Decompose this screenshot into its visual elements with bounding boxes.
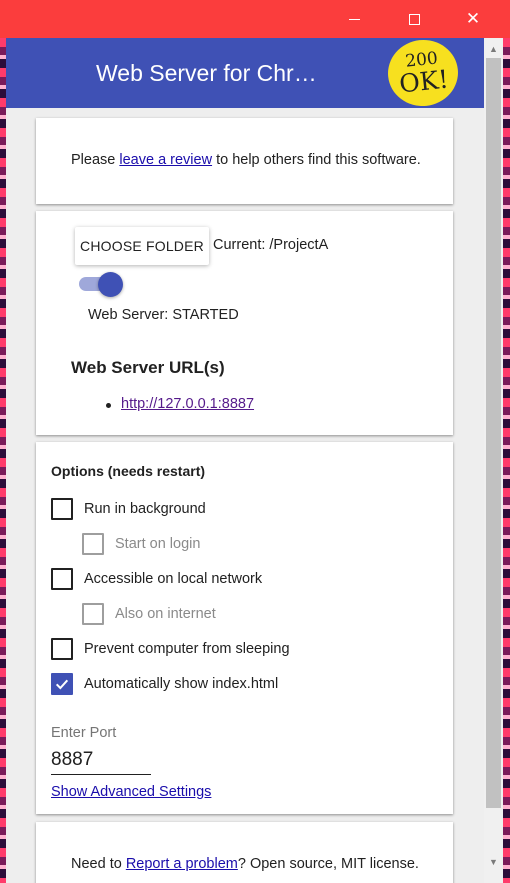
local-network-checkbox[interactable] — [51, 568, 73, 590]
option-label: Run in background — [84, 501, 206, 517]
report-problem-link[interactable]: Report a problem — [126, 856, 238, 872]
footer-suffix: ? Open source, MIT license. — [237, 856, 419, 872]
vertical-scrollbar[interactable]: ▲ ▼ — [484, 38, 503, 883]
options-heading: Options (needs restart) — [51, 463, 206, 479]
option-show-index-html[interactable]: Automatically show index.html — [51, 672, 278, 696]
close-button[interactable]: ✕ — [450, 0, 496, 38]
scroll-thumb[interactable] — [486, 58, 501, 808]
option-prevent-sleeping[interactable]: Prevent computer from sleeping — [51, 637, 290, 661]
200-ok-badge-logo: 200 OK! — [384, 38, 462, 110]
maximize-icon — [408, 13, 420, 25]
window-titlebar[interactable]: ✕ — [0, 0, 510, 38]
scroll-up-icon[interactable]: ▲ — [484, 40, 503, 57]
port-label: Enter Port — [51, 725, 117, 741]
show-index-checkbox[interactable] — [51, 673, 73, 695]
desktop-background-right — [503, 38, 510, 883]
show-advanced-settings-link[interactable]: Show Advanced Settings — [51, 784, 211, 800]
close-icon: ✕ — [465, 8, 481, 29]
option-start-on-login[interactable]: Start on login — [82, 532, 200, 556]
server-card: CHOOSE FOLDER Current: /ProjectA Web Ser… — [36, 211, 453, 435]
option-run-in-background[interactable]: Run in background — [51, 497, 206, 521]
review-suffix: to help others find this software. — [212, 152, 421, 168]
minimize-button[interactable] — [331, 0, 377, 38]
badge-line-2: OK! — [397, 63, 450, 98]
app-window: Web Server for Chr… 200 OK! Please leave… — [6, 38, 503, 883]
footer-prefix: Need to — [71, 856, 126, 872]
port-input[interactable] — [51, 745, 151, 775]
app-title: Web Server for Chr… — [96, 60, 317, 86]
checkmark-icon — [55, 679, 69, 690]
option-label: Prevent computer from sleeping — [84, 641, 290, 657]
minimize-icon — [348, 18, 360, 20]
maximize-button[interactable] — [391, 0, 437, 38]
url-bullet — [106, 403, 111, 408]
choose-folder-button[interactable]: CHOOSE FOLDER — [75, 227, 209, 265]
option-also-on-internet[interactable]: Also on internet — [82, 602, 216, 626]
option-label: Start on login — [115, 536, 201, 552]
review-prefix: Please — [71, 152, 120, 168]
review-message: Please leave a review to help others fin… — [71, 152, 421, 168]
start-on-login-checkbox[interactable] — [82, 533, 104, 555]
prevent-sleeping-checkbox[interactable] — [51, 638, 73, 660]
review-card: Please leave a review to help others fin… — [36, 118, 453, 204]
app-header: Web Server for Chr… 200 OK! — [6, 38, 484, 110]
option-label: Also on internet — [115, 606, 216, 622]
run-in-background-checkbox[interactable] — [51, 498, 73, 520]
footer-card: Need to Report a problem? Open source, M… — [36, 822, 453, 883]
footer-message: Need to Report a problem? Open source, M… — [71, 856, 419, 872]
option-label: Automatically show index.html — [84, 676, 279, 692]
leave-review-link[interactable]: leave a review — [119, 152, 212, 168]
also-on-internet-checkbox[interactable] — [82, 603, 104, 625]
server-url-link[interactable]: http://127.0.0.1:8887 — [121, 396, 254, 412]
server-toggle[interactable] — [77, 271, 123, 297]
scroll-down-icon[interactable]: ▼ — [484, 853, 503, 870]
current-folder: Current: /ProjectA — [213, 237, 329, 253]
options-card: Options (needs restart) Run in backgroun… — [36, 442, 453, 814]
server-urls-heading: Web Server URL(s) — [71, 358, 225, 377]
server-status: Web Server: STARTED — [88, 307, 239, 323]
option-label: Accessible on local network — [84, 571, 263, 587]
toggle-thumb[interactable] — [98, 272, 123, 297]
option-accessible-on-local-network[interactable]: Accessible on local network — [51, 567, 262, 591]
